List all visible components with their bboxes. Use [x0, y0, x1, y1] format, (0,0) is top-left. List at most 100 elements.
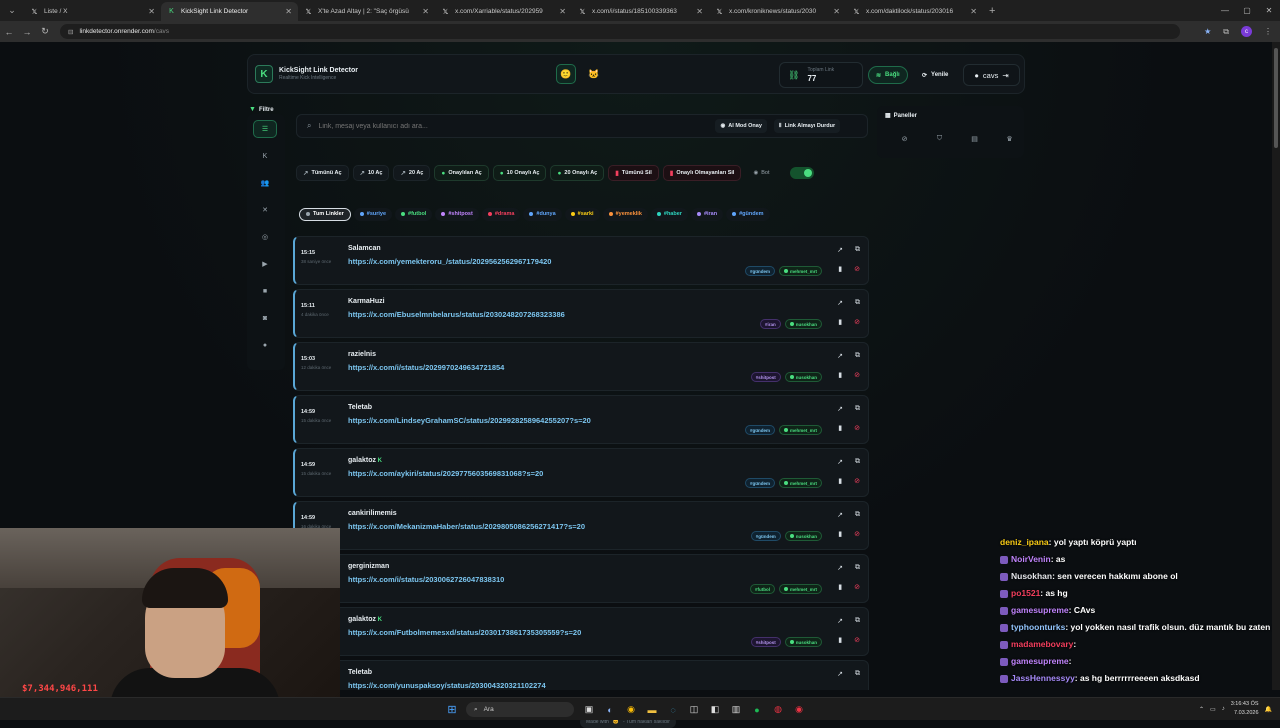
open-link-icon[interactable]: ↗ [837, 405, 843, 413]
url-field[interactable]: ⊟ linkdetector.onrender.com/cavs [60, 24, 1180, 39]
stop-links-button[interactable]: Ⅱ Link Almayı Durdur [773, 119, 841, 133]
tab-close-icon[interactable]: ✕ [285, 7, 292, 16]
tray-chevron-icon[interactable]: ⌃ [1199, 706, 1204, 713]
extensions-icon[interactable]: ⧉ [1223, 27, 1229, 37]
close-window-icon[interactable]: ✕ [1258, 0, 1280, 21]
open-link-icon[interactable]: ↗ [837, 458, 843, 466]
tag-filter[interactable]: Tum Linkler [299, 207, 351, 221]
delete-icon[interactable]: ▮ [838, 530, 842, 538]
tag-filter[interactable]: #shitpost [435, 207, 479, 221]
forward-icon[interactable]: → [18, 21, 36, 42]
list-icon[interactable]: ☰ [253, 120, 277, 138]
copy-icon[interactable]: ⧉ [855, 458, 860, 466]
video-icon[interactable]: ■ [253, 282, 277, 300]
x-icon[interactable]: ✕ [253, 201, 277, 219]
bookmark-star-icon[interactable]: ★ [1204, 27, 1211, 36]
users-icon[interactable]: 👥 [253, 174, 277, 192]
tag-filter[interactable]: #haber [650, 207, 688, 221]
tag-filter[interactable]: #drama [481, 207, 521, 221]
taskbar-search[interactable]: ⌕ Ara [466, 702, 574, 717]
tag-filter[interactable]: #sarki [564, 207, 600, 221]
copy-icon[interactable]: ⧉ [855, 246, 860, 254]
card-link[interactable]: https://x.com/aykiri/status/202977560356… [348, 469, 543, 478]
store-icon[interactable]: ◫ [685, 701, 703, 718]
delete-icon[interactable]: ▮ [838, 371, 842, 379]
kick-icon[interactable]: K [253, 147, 277, 165]
browser-tab[interactable]: 𝕏 Liste / X ✕ [24, 2, 161, 21]
ban-icon[interactable]: ⊘ [854, 371, 860, 379]
trophy-icon[interactable]: ♛ [992, 131, 1027, 147]
copy-icon[interactable]: ⧉ [855, 564, 860, 572]
tab-close-icon[interactable]: ✕ [559, 7, 566, 16]
card-link[interactable]: https://x.com/i/status/20300627260478383… [348, 575, 504, 584]
tag-filter[interactable]: #gündem [726, 207, 770, 221]
new-tab-button[interactable]: + [989, 5, 995, 17]
open-20-button[interactable]: ↗ 20 Aç [393, 165, 431, 181]
browser-tab[interactable]: 𝕏x.com/i/status/185100339363 ✕ [572, 2, 709, 21]
minimize-icon[interactable]: — [1214, 0, 1236, 21]
instagram-icon[interactable]: ◎ [253, 228, 277, 246]
tag-filter[interactable]: #futbol [395, 207, 433, 221]
open-link-icon[interactable]: ↗ [837, 246, 843, 254]
delete-icon[interactable]: ▮ [838, 477, 842, 485]
chrome-profile-icon[interactable]: ◉ [790, 701, 808, 718]
open-link-icon[interactable]: ↗ [837, 617, 843, 625]
open-approved-button[interactable]: ● Onaylıları Aç [434, 165, 489, 181]
ban-icon[interactable]: ⊘ [854, 318, 860, 326]
open-20-approved-button[interactable]: ● 20 Onaylı Aç [550, 165, 605, 181]
ban-icon[interactable]: ⊘ [854, 530, 860, 538]
tag-filter[interactable]: #yemeklik [602, 207, 648, 221]
open-10-button[interactable]: ↗ 10 Aç [352, 165, 390, 181]
browser-menu-icon[interactable]: ⋮ [1264, 27, 1272, 36]
open-link-icon[interactable]: ↗ [837, 564, 843, 572]
search-input[interactable] [318, 122, 709, 130]
chrome-icon[interactable]: ◉ [622, 701, 640, 718]
archive-icon[interactable]: ▤ [957, 131, 992, 147]
task-view-icon[interactable]: ▣ [580, 701, 598, 718]
ban-icon[interactable]: ⊘ [854, 689, 860, 690]
delete-all-button[interactable]: ▮ Tümünü Sil [608, 165, 659, 181]
ai-mode-button[interactable]: ◉ AI Mod Onay [715, 119, 767, 133]
ban-icon[interactable]: ⊘ [854, 265, 860, 273]
card-link[interactable]: https://x.com/LindseyGrahamSC/status/202… [348, 416, 591, 425]
camera-icon[interactable]: ◙ [253, 309, 277, 327]
tag-filter[interactable]: #iran [690, 207, 724, 221]
refresh-button[interactable]: ⟳ Yenile [916, 66, 954, 84]
tab-close-icon[interactable]: ✕ [422, 7, 429, 16]
open-10-approved-button[interactable]: ● 10 Onaylı Aç [492, 165, 547, 181]
copilot-icon[interactable]: ◐ [601, 701, 619, 718]
edge-icon[interactable]: ◌ [664, 701, 682, 718]
logout-icon[interactable]: ⇥ [1002, 71, 1008, 80]
maximize-icon[interactable]: ▢ [1236, 0, 1258, 21]
windows-start-icon[interactable]: ⊞ [446, 703, 458, 716]
cat-mode-icon[interactable]: 🐱 [584, 64, 604, 84]
app-icon[interactable]: ◧ [706, 701, 724, 718]
delete-unapproved-button[interactable]: ▮ Onaylı Olmayanları Sil [662, 165, 742, 181]
delete-icon[interactable]: ▮ [838, 424, 842, 432]
network-icon[interactable]: ▭ [1210, 706, 1216, 713]
profile-avatar[interactable]: c [1241, 26, 1252, 37]
browser-tab[interactable]: 𝕏 X'te Azad Altay | 2: "Saç örgüsü ✕ [298, 2, 435, 21]
open-link-icon[interactable]: ↗ [837, 299, 843, 307]
tab-close-icon[interactable]: ✕ [696, 7, 703, 16]
card-link[interactable]: https://x.com/i/status/20299702496347218… [348, 363, 504, 372]
open-all-button[interactable]: ↗ Tümünü Aç [296, 165, 349, 181]
copy-icon[interactable]: ⧉ [855, 511, 860, 519]
tab-search-icon[interactable]: ⌄ [0, 0, 24, 21]
browser-tab[interactable]: 𝕏x.com/Xarriable/status/202959 ✕ [435, 2, 572, 21]
spotify-icon[interactable]: ● [748, 701, 766, 718]
tab-close-icon[interactable]: ✕ [970, 7, 977, 16]
bot-toggle[interactable] [789, 167, 814, 179]
clock[interactable]: 3:16:43 ÖS 7.03.2026 [1231, 700, 1259, 718]
copy-icon[interactable]: ⧉ [855, 617, 860, 625]
card-link[interactable]: https://x.com/yunuspaksoy/status/2030043… [348, 681, 546, 690]
connected-button[interactable]: ≋ Bağlı [868, 66, 908, 84]
tab-close-icon[interactable]: ✕ [148, 7, 155, 16]
copy-icon[interactable]: ⧉ [855, 352, 860, 360]
delete-icon[interactable]: ▮ [838, 265, 842, 273]
app-icon-3[interactable]: ◍ [769, 701, 787, 718]
back-icon[interactable]: ← [0, 21, 18, 42]
copy-icon[interactable]: ⧉ [855, 670, 860, 678]
browser-tab[interactable]: 𝕏x.com/daktilock/status/203016 ✕ [846, 2, 983, 21]
delete-icon[interactable]: ▮ [838, 636, 842, 644]
